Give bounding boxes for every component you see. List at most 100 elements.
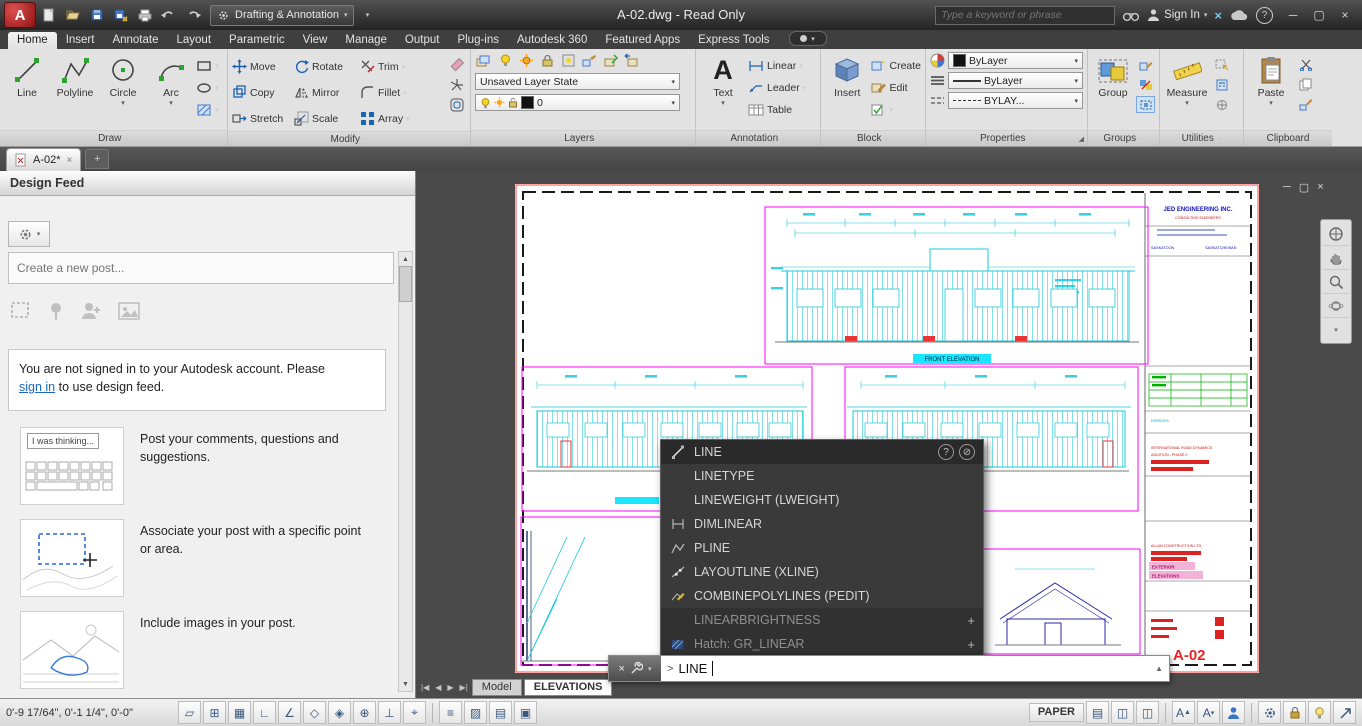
open-button[interactable] (62, 4, 84, 26)
erase-button[interactable] (447, 56, 466, 73)
object-snap-tracking-toggle[interactable]: ⊕ (353, 701, 376, 724)
ungroup-button[interactable] (1136, 76, 1155, 93)
text-button[interactable]: A Text ▾ (700, 52, 746, 130)
new-button[interactable] (38, 4, 60, 26)
command-input[interactable]: > LINE ▲ (661, 656, 1169, 681)
properties-panel-caption[interactable]: Properties▾◢ (926, 130, 1087, 146)
match-properties-button[interactable] (1296, 96, 1315, 113)
tab-annotate[interactable]: Annotate (103, 32, 167, 49)
layer-freeze-button[interactable] (517, 52, 536, 69)
ribbon-display-toggle[interactable]: ▾ (789, 31, 827, 46)
layer-isolate-button[interactable] (559, 52, 578, 69)
quick-select-button[interactable] (1212, 56, 1231, 73)
grid-display-toggle[interactable]: ▦ (228, 701, 251, 724)
annotation-visibility-toggle[interactable]: A▲ (1172, 701, 1195, 724)
signin-link[interactable]: sign in (19, 380, 55, 394)
isolate-objects-button[interactable] (1308, 701, 1331, 724)
pin-icon[interactable] (48, 301, 64, 321)
prev-layout-icon[interactable]: ◀ (433, 683, 443, 692)
infer-constraints-toggle[interactable]: ▱ (178, 701, 201, 724)
quick-calc-button[interactable] (1212, 76, 1231, 93)
image-icon[interactable] (118, 301, 140, 321)
copy-clip-button[interactable] (1296, 76, 1315, 93)
leader-button[interactable]: Leader▾ (748, 78, 806, 97)
tab-home[interactable]: Home (8, 32, 57, 49)
rotate-button[interactable]: Rotate (294, 57, 360, 76)
object-color-dropdown[interactable]: ByLayer▾ (948, 52, 1083, 69)
quick-view-drawings-button[interactable]: ◫ (1136, 701, 1159, 724)
properties-dialog-launcher[interactable]: ◢ (1079, 135, 1084, 143)
last-layout-icon[interactable]: ▶| (458, 683, 470, 692)
orbit-button[interactable] (1323, 294, 1349, 318)
layer-off-button[interactable] (496, 52, 515, 69)
tab-featured-apps[interactable]: Featured Apps (596, 32, 689, 49)
move-button[interactable]: Move (232, 57, 294, 76)
minimize-button[interactable]: ─ (1280, 5, 1306, 25)
tab-insert[interactable]: Insert (57, 32, 104, 49)
hatch-flyout-button[interactable]: ▾ (196, 100, 219, 119)
layer-match-button[interactable] (580, 52, 599, 69)
dimension-linear-button[interactable]: Linear▾ (748, 56, 806, 75)
stretch-button[interactable]: Stretch (232, 109, 294, 128)
layers-panel-caption[interactable]: Layers▾ (471, 130, 695, 146)
tab-parametric[interactable]: Parametric (220, 32, 294, 49)
help-button[interactable]: ? (1256, 7, 1273, 24)
command-close-icon[interactable]: × (619, 663, 625, 675)
snap-mode-toggle[interactable]: ⊞ (203, 701, 226, 724)
dynamic-ucs-toggle[interactable]: ⊥ (378, 701, 401, 724)
suggestion-pline[interactable]: PLINE (661, 536, 983, 560)
selection-cycling-toggle[interactable]: ▣ (514, 701, 537, 724)
mirror-button[interactable]: Mirror (294, 83, 360, 102)
suggestion-hatch-gr-linear[interactable]: Hatch: GR_LINEAR + (661, 632, 983, 656)
close-button[interactable]: × (1332, 5, 1358, 25)
polar-tracking-toggle[interactable]: ∠ (278, 701, 301, 724)
cut-button[interactable] (1296, 56, 1315, 73)
select-area-icon[interactable] (10, 301, 32, 321)
linetype-dropdown[interactable]: BYLAY...▾ (948, 92, 1083, 109)
scroll-thumb[interactable] (399, 266, 412, 302)
modify-panel-caption[interactable]: Modify▾ (228, 131, 470, 146)
add-person-icon[interactable] (80, 301, 102, 321)
signin-button[interactable]: Sign In ▾ (1147, 8, 1207, 22)
new-tab-button[interactable]: + (85, 149, 109, 169)
suggestion-linetype[interactable]: LINETYPE (661, 464, 983, 488)
create-block-button[interactable]: Create (871, 56, 921, 75)
workspace-switching-button[interactable] (1258, 701, 1281, 724)
edit-block-button[interactable]: Edit (871, 78, 921, 97)
tab-manage[interactable]: Manage (336, 32, 396, 49)
search-input[interactable] (935, 6, 1115, 25)
expand-category-icon-2[interactable]: + (967, 637, 975, 652)
redo-button[interactable] (182, 4, 204, 26)
autodesk360-cloud-icon[interactable] (1229, 9, 1249, 22)
layer-properties-button[interactable] (475, 52, 494, 69)
id-point-button[interactable] (1212, 96, 1231, 113)
explode-button[interactable] (447, 76, 466, 93)
new-post-input[interactable] (8, 252, 394, 284)
command-help-icon[interactable]: ? (938, 444, 954, 460)
suggestion-combinepolylines[interactable]: COMBINEPOLYLINES (PEDIT) (661, 584, 983, 608)
file-tab-close-icon[interactable]: × (67, 155, 73, 166)
draw-panel-caption[interactable]: Draw▾ (0, 130, 227, 146)
groups-panel-caption[interactable]: Groups▾ (1088, 130, 1159, 146)
navbar-more-button[interactable]: ▾ (1323, 318, 1349, 341)
annotation-monitor-button[interactable] (1222, 701, 1245, 724)
layer-current-button[interactable] (601, 52, 620, 69)
quick-properties-toggle[interactable]: ▤ (489, 701, 512, 724)
drawing-close-icon[interactable]: × (1317, 181, 1323, 194)
tab-output[interactable]: Output (396, 32, 449, 49)
layer-dropdown[interactable]: 0 ▾ (475, 94, 680, 111)
measure-button[interactable]: Measure ▾ (1164, 52, 1210, 130)
group-selection-toggle[interactable] (1136, 96, 1155, 113)
model-tab[interactable]: Model (472, 679, 522, 696)
command-options-icon[interactable]: ▾ (648, 665, 652, 673)
suggestion-lineweight[interactable]: LINEWEIGHT (LWEIGHT) (661, 488, 983, 512)
next-layout-icon[interactable]: ▶ (445, 683, 455, 692)
rectangle-flyout-button[interactable]: ▾ (196, 56, 219, 75)
saveas-button[interactable] (110, 4, 132, 26)
command-exclude-icon[interactable]: ⊘ (959, 444, 975, 460)
suggestion-linearbrightness[interactable]: LINEARBRIGHTNESS + (661, 608, 983, 632)
polyline-button[interactable]: Polyline (52, 52, 98, 130)
tab-autodesk360[interactable]: Autodesk 360 (508, 32, 596, 49)
annotation-panel-caption[interactable]: Annotation▾ (696, 130, 820, 146)
table-button[interactable]: Table (748, 100, 806, 119)
